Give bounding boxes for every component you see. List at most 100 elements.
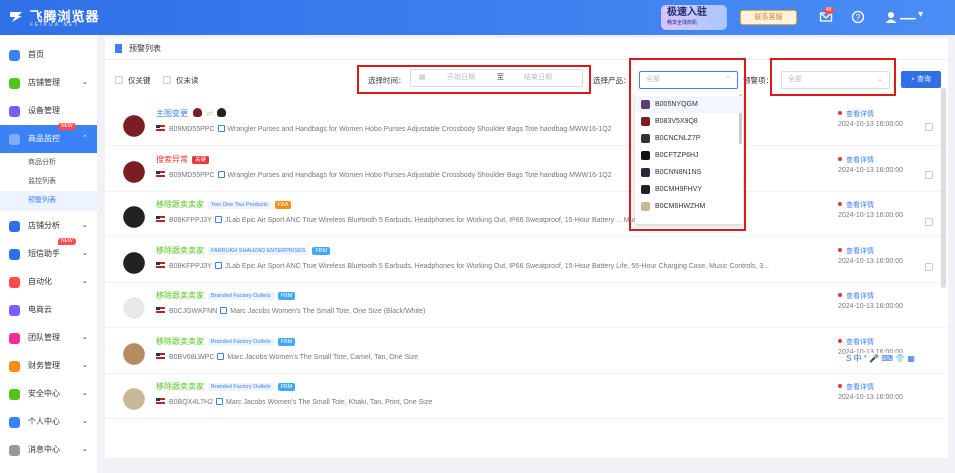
- asin[interactable]: B0CJGWKFNN: [169, 308, 217, 315]
- alert-title: 移除跟卖卖家: [156, 382, 204, 391]
- alert-type: 移除跟卖卖家 Two One Two Products FBA: [156, 199, 292, 210]
- external-link-icon[interactable]: [217, 170, 225, 178]
- sidebar-subitem[interactable]: 监控列表: [0, 172, 97, 192]
- sidebar-item-label: 电商云: [28, 305, 52, 314]
- asin[interactable]: B09MD55PPC: [169, 172, 215, 179]
- external-link-icon[interactable]: [214, 261, 222, 269]
- ime-toolbar[interactable]: S 中 ° 🎤 ⌨ 👕 ▦: [846, 353, 934, 367]
- query-button[interactable]: ⌕ 查询: [901, 71, 941, 88]
- product-image[interactable]: [119, 199, 149, 229]
- alert-title: 移除跟卖卖家: [156, 200, 204, 209]
- view-detail-link[interactable]: 查看详情: [838, 382, 874, 392]
- view-detail-link[interactable]: 查看详情: [838, 337, 874, 347]
- promo-banner[interactable]: 极速入驻 畅享全球商机: [661, 5, 727, 30]
- alert-time: 2024-10-13 16:00:00: [838, 121, 903, 128]
- asin[interactable]: B09MD55PPC: [169, 126, 215, 133]
- chevron-icon: ⌄: [82, 278, 88, 285]
- logo-icon: [10, 11, 22, 22]
- user-name[interactable]: ▁▁ ▾: [900, 9, 923, 20]
- sidebar-item-sms[interactable]: 短信助手 ⌄ NEW: [0, 238, 97, 268]
- us-flag-icon: [156, 261, 165, 268]
- alert-row: 移除跟卖卖家 Branded Factory Outlets FBM B0CJGWKF…: [105, 283, 948, 328]
- external-link-icon[interactable]: [217, 125, 225, 132]
- alert-type: 移除跟卖卖家 FARRUKH SHAHZAD ENTERPRISES FBM: [156, 245, 331, 256]
- alert-row: 主图变更 ⇄ B09MD55PPC Wrangler Purses and Hand…: [105, 101, 948, 146]
- sidebar-item-device[interactable]: 设备管理: [0, 97, 97, 125]
- row-checkbox[interactable]: [925, 218, 933, 226]
- sidebar-item-label: 团队管理: [28, 333, 60, 342]
- view-detail-link[interactable]: 查看详情: [838, 291, 874, 301]
- product-image[interactable]: [119, 290, 149, 320]
- external-link-icon[interactable]: [220, 307, 228, 314]
- sms-icon: [9, 249, 20, 260]
- chevron-icon: ⌄: [82, 390, 88, 397]
- asin[interactable]: B0BV68LWPC: [169, 354, 214, 361]
- row-checkbox[interactable]: [925, 123, 933, 131]
- app-logo[interactable]: 飞腾浏览器 FEIKUA.NET: [8, 6, 100, 28]
- sidebar-subitem[interactable]: 预警列表: [0, 191, 97, 211]
- seller-tag: Branded Factory Outlets: [208, 292, 274, 300]
- view-detail-link[interactable]: 查看详情: [838, 155, 874, 165]
- seller-tag: Two One Two Products: [208, 201, 271, 209]
- checkbox-icon: [163, 76, 171, 84]
- help-icon[interactable]: ?: [851, 10, 865, 24]
- row-checkbox[interactable]: [925, 171, 933, 179]
- view-detail-link[interactable]: 查看详情: [838, 246, 874, 256]
- promo-title: 极速入驻: [667, 7, 707, 18]
- chevron-icon: ⌃: [82, 135, 88, 142]
- seller-tag: 关键: [192, 155, 210, 164]
- asin[interactable]: B08KFPPJ3Y: [169, 263, 212, 270]
- product-label: 选择产品：: [593, 76, 631, 85]
- sidebar-item-analysis[interactable]: 店铺分析 ⌄: [0, 212, 97, 240]
- customer-service-button[interactable]: 联系客服: [740, 10, 797, 25]
- alert-title: 移除跟卖卖家: [156, 336, 204, 346]
- sidebar-item-security[interactable]: 安全中心 ⌄: [0, 380, 97, 408]
- us-flag-icon: [156, 398, 165, 404]
- top-bar: 飞腾浏览器 FEIKUA.NET 极速入驻 畅享全球商机 联系客服 45 ? ▁…: [0, 0, 955, 35]
- seller-tag: FBA: [274, 201, 292, 209]
- external-link-icon[interactable]: [217, 352, 225, 360]
- row-checkbox[interactable]: [925, 263, 933, 271]
- sidebar-item-monitor[interactable]: 商品监控 ⌃ NEW: [0, 123, 97, 153]
- product-title: Marc Jacobs Women's The Small Tote, Khak…: [225, 399, 433, 406]
- only-unread-checkbox[interactable]: 仅未读: [163, 75, 199, 86]
- product-info: B0CJGWKFNN Marc Jacobs Women's The Small …: [156, 307, 806, 315]
- external-link-icon[interactable]: [215, 398, 223, 405]
- asin[interactable]: B08KFPPJ3Y: [169, 217, 212, 224]
- automation-icon: [9, 277, 20, 288]
- sidebar-item-label: 店铺分析: [28, 221, 60, 230]
- home-icon: [9, 50, 20, 61]
- product-image[interactable]: [119, 244, 149, 275]
- sidebar-item-automation[interactable]: 自动化 ⌄: [0, 268, 97, 296]
- bell-icon: [9, 445, 20, 456]
- sidebar-item-cloud[interactable]: 电商云: [0, 296, 97, 324]
- view-detail-link[interactable]: 查看详情: [838, 200, 874, 210]
- external-link-icon[interactable]: [214, 216, 222, 223]
- sidebar-subitem[interactable]: 商品分析: [0, 153, 97, 173]
- sidebar-item-team[interactable]: 团队管理 ⌄: [0, 324, 97, 352]
- bookmark-icon: [115, 44, 122, 53]
- warn-label: 预警项：: [743, 76, 773, 85]
- alert-time: 2024-10-13 16:00:00: [838, 257, 903, 265]
- product-image[interactable]: [119, 335, 149, 366]
- view-detail-link[interactable]: 查看详情: [838, 109, 874, 119]
- product-image[interactable]: [119, 153, 149, 184]
- sidebar-item-bell[interactable]: 消息中心 ⌄: [0, 436, 97, 464]
- sidebar-item-label: 个人中心: [28, 417, 60, 426]
- notification-badge: 45: [824, 7, 834, 14]
- product-image[interactable]: [119, 108, 149, 138]
- alert-time: 2024-10-13 16:00:00: [838, 303, 903, 310]
- alert-type: 移除跟卖卖家 Branded Factory Outlets FBM: [156, 381, 296, 392]
- alert-row: 移除跟卖卖家 FARRUKH SHAHZAD ENTERPRISES FBM B08K…: [105, 238, 948, 283]
- product-image[interactable]: [119, 381, 149, 411]
- analysis-icon: [9, 221, 20, 232]
- asin[interactable]: B0BQX4L7H2: [169, 399, 213, 406]
- only-key-checkbox[interactable]: 仅关键: [115, 75, 151, 86]
- avatar-icon[interactable]: [884, 10, 898, 24]
- page-scrollbar[interactable]: [941, 88, 946, 288]
- sidebar-item-home[interactable]: 首页: [0, 41, 97, 69]
- sidebar-item-store[interactable]: 店铺管理 ⌄: [0, 69, 97, 97]
- product-title: JLab Epic Air Sport ANC True Wireless Bl…: [224, 217, 684, 224]
- sidebar-item-user[interactable]: 个人中心 ⌄: [0, 408, 97, 436]
- sidebar-item-finance[interactable]: 财务管理 ⌄: [0, 352, 97, 380]
